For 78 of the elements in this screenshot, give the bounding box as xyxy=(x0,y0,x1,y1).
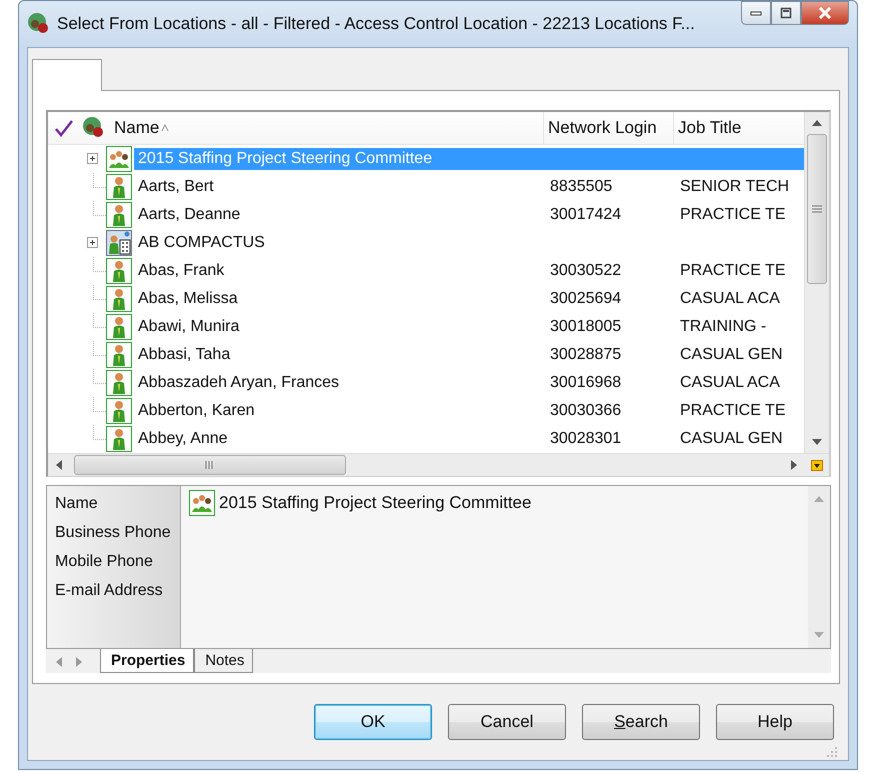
dialog-button[interactable]: Search xyxy=(582,704,700,740)
property-label: E-mail Address xyxy=(55,581,164,601)
checkmark-icon xyxy=(54,119,74,137)
maximize-icon xyxy=(780,7,792,19)
person-icon xyxy=(106,342,132,368)
globe-people-icon xyxy=(27,12,51,36)
table-cell-text: PRACTICE TE xyxy=(679,262,786,280)
tab-scroll-right-icon[interactable] xyxy=(76,657,82,667)
row-name[interactable]: Abbey, Anne xyxy=(134,428,546,450)
person-icon xyxy=(106,426,132,452)
table-cell-text: 8835505 xyxy=(549,178,614,196)
table-cell-text: PRACTICE TE xyxy=(679,402,786,420)
person-icon xyxy=(106,174,132,200)
table-cell-text: CASUAL GEN xyxy=(679,346,783,364)
maximize-button[interactable] xyxy=(771,1,801,25)
property-value: 2015 Staffing Project Steering Committee xyxy=(219,492,532,514)
person-icon xyxy=(106,202,132,228)
property-label: Mobile Phone xyxy=(55,552,154,572)
group-icon xyxy=(189,490,215,516)
minimize-icon xyxy=(750,10,762,16)
table-cell-text: 30030522 xyxy=(549,262,622,280)
row-name[interactable]: Abberton, Karen xyxy=(134,400,546,422)
column-header[interactable]: Network Login xyxy=(544,112,674,144)
scroll-left-icon[interactable] xyxy=(56,460,62,470)
column-header[interactable]: Name xyxy=(106,112,544,144)
scroll-thumb[interactable] xyxy=(807,134,827,284)
table-cell-text: 30028875 xyxy=(549,346,622,364)
window-title: Select From Locations - all - Filtered - Access Control Location - 22213 Locations F... xyxy=(57,14,695,34)
resize-grip-icon[interactable] xyxy=(826,746,838,758)
tab[interactable]: Notes xyxy=(194,649,254,673)
dialog-button[interactable]: Help xyxy=(716,704,834,740)
scroll-thumb[interactable] xyxy=(74,455,346,475)
property-label: Name xyxy=(55,494,99,514)
row-name[interactable]: AB COMPACTUS xyxy=(134,232,546,254)
dialog-button[interactable]: OK xyxy=(314,704,432,740)
expand-icon[interactable] xyxy=(87,153,98,164)
tab[interactable]: Properties xyxy=(100,649,194,673)
person-icon xyxy=(106,370,132,396)
row-name[interactable]: Aarts, Deanne xyxy=(134,204,546,226)
table-cell-text: PRACTICE TE xyxy=(679,206,786,224)
column-header[interactable]: Job Title xyxy=(674,112,804,144)
row-name[interactable]: Abas, Melissa xyxy=(134,288,546,310)
person-icon xyxy=(106,398,132,424)
row-name[interactable]: Abbasi, Taha xyxy=(134,344,546,366)
table-cell-text: CASUAL ACA xyxy=(679,374,780,392)
vertical-scrollbar[interactable] xyxy=(804,112,829,453)
minimize-button[interactable] xyxy=(741,1,771,25)
person-building-icon xyxy=(106,230,132,256)
table-cell-text: 30025694 xyxy=(549,290,622,308)
table-cell-text: 30018005 xyxy=(549,318,622,336)
table-cell-text: CASUAL GEN xyxy=(679,430,783,448)
table-cell-text: SENIOR TECH xyxy=(679,178,790,196)
scroll-down-icon[interactable] xyxy=(812,439,822,445)
person-icon xyxy=(106,258,132,284)
person-icon xyxy=(106,314,132,340)
table-cell-text: 30030366 xyxy=(549,402,622,420)
blank-tab[interactable] xyxy=(32,59,102,91)
table-cell-text: 30016968 xyxy=(549,374,622,392)
property-label: Business Phone xyxy=(55,523,172,543)
scroll-right-icon[interactable] xyxy=(791,460,797,470)
tab-scroll-left-icon[interactable] xyxy=(56,657,62,667)
table-cell-text: CASUAL ACA xyxy=(679,290,780,308)
row-name[interactable]: Abawi, Munira xyxy=(134,316,546,338)
scroll-up-icon[interactable] xyxy=(812,120,822,126)
dialog-button[interactable]: Cancel xyxy=(448,704,566,740)
table-cell-text: TRAINING - xyxy=(679,318,766,336)
person-icon xyxy=(106,286,132,312)
row-name[interactable]: Abas, Frank xyxy=(134,260,546,282)
row-name[interactable]: Aarts, Bert xyxy=(134,176,546,198)
column-chooser-icon[interactable] xyxy=(811,460,823,470)
close-button[interactable] xyxy=(801,1,849,25)
close-icon xyxy=(818,7,832,19)
table-cell-text: 30028301 xyxy=(549,430,622,448)
group-icon xyxy=(106,146,132,172)
globe-people-icon xyxy=(82,116,106,140)
expand-icon[interactable] xyxy=(87,237,98,248)
table-cell-text: 30017424 xyxy=(549,206,622,224)
row-name[interactable]: Abbaszadeh Aryan, Frances xyxy=(134,372,546,394)
